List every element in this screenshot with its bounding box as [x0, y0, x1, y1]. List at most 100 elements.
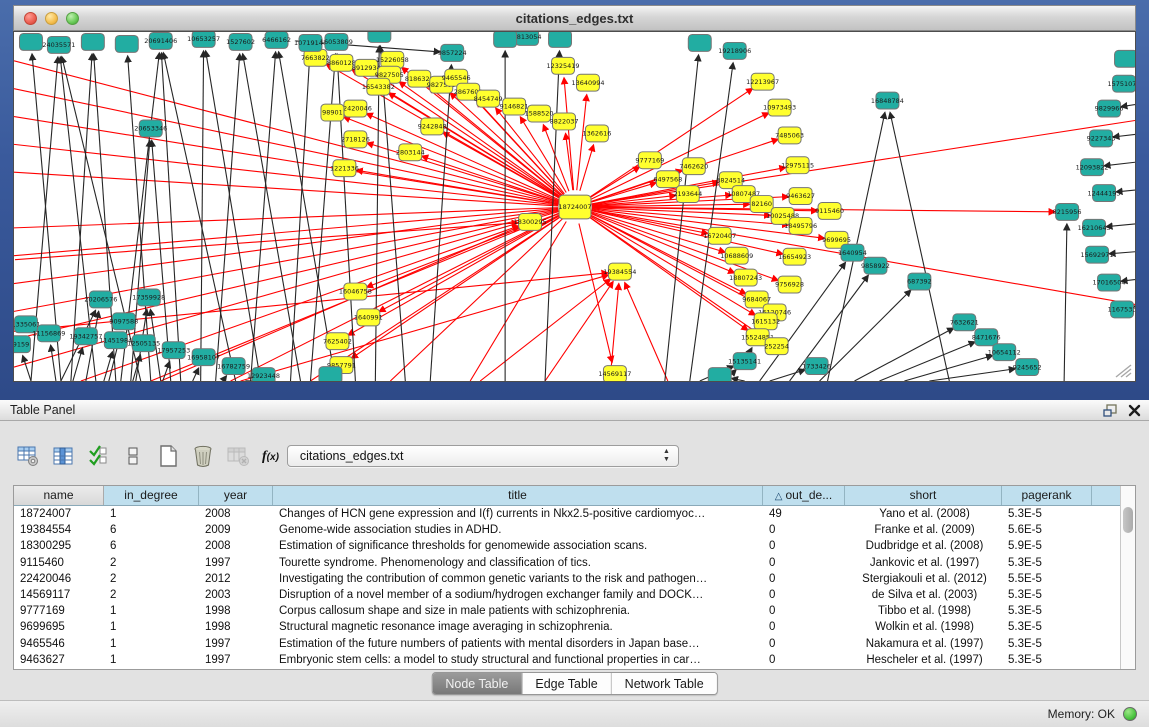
graph-node[interactable]: 7663822 [301, 49, 330, 66]
graph-node[interactable]: 12975115 [781, 157, 814, 174]
graph-node[interactable]: 16782759 [217, 358, 250, 375]
graph-node[interactable]: 8215956 [1053, 204, 1082, 221]
graph-node[interactable]: 9756928 [775, 276, 804, 293]
graph-node[interactable]: 16046758 [339, 283, 372, 300]
table-row[interactable]: 977716911998Corpus callosum shape and si… [14, 603, 1135, 619]
function-builder-button[interactable]: f(x) [262, 447, 279, 465]
rows-button[interactable] [118, 442, 148, 470]
graph-node[interactable]: 17359928 [132, 289, 165, 306]
tab-network-table[interactable]: Network Table [612, 673, 717, 694]
graph-node[interactable]: 98901 [321, 104, 344, 121]
graph-node[interactable]: 9242848 [418, 118, 447, 135]
graph-node[interactable]: 17957253 [157, 342, 190, 359]
graph-node[interactable]: 9115460 [815, 203, 844, 220]
graph-node[interactable]: 16958107 [187, 349, 220, 366]
graph-node[interactable]: 16053809 [320, 33, 353, 50]
graph-node[interactable]: 20653346 [134, 120, 167, 137]
graph-node[interactable]: 19342757 [69, 328, 102, 345]
graph-node[interactable]: 12213967 [746, 73, 779, 90]
table-row[interactable]: 1830029562008Estimation of significance … [14, 538, 1135, 554]
tab-edge-table[interactable]: Edge Table [522, 673, 611, 694]
table-settings-button[interactable] [13, 442, 43, 470]
graph-node[interactable]: 8454749 [474, 90, 503, 107]
graph-node[interactable]: 6466162 [262, 32, 291, 48]
graph-node[interactable]: 9227343 [1087, 130, 1116, 147]
graph-node[interactable]: 9463627 [786, 188, 815, 205]
graph-node[interactable]: 687392 [907, 273, 932, 290]
row-check-button[interactable] [83, 442, 113, 470]
graph-node[interactable]: 9858922 [861, 257, 890, 274]
graph-node[interactable] [549, 32, 572, 47]
graph-node[interactable]: 7625402 [323, 333, 352, 350]
graph-node[interactable]: 18724007 [558, 195, 591, 219]
float-panel-icon[interactable] [1103, 404, 1118, 418]
graph-node[interactable] [368, 32, 391, 42]
column-header-out_de[interactable]: △out_de... [763, 486, 845, 505]
graph-node[interactable]: 15692971 [1081, 246, 1114, 263]
graph-node[interactable]: 9097588 [109, 313, 138, 330]
table-row[interactable]: 911546021997Tourette syndrome. Phenomeno… [14, 555, 1135, 571]
graph-node[interactable]: 15226058 [376, 51, 409, 68]
graph-node[interactable]: 16210643 [1078, 219, 1111, 236]
graph-node[interactable]: 19384554 [603, 263, 636, 280]
graph-node[interactable]: 14569117 [598, 366, 631, 381]
table-row[interactable]: 1872400712008Changes of HCN gene express… [14, 506, 1135, 522]
graph-node[interactable]: 15751074 [1108, 75, 1135, 92]
graph-node[interactable]: 6497568 [653, 171, 682, 188]
column-header-short[interactable]: short [845, 486, 1002, 505]
network-canvas[interactable]: 1872400718300295193845547663822886012889… [13, 31, 1136, 382]
graph-node[interactable]: 7632621 [950, 314, 979, 331]
graph-node[interactable]: 7462620 [679, 158, 708, 175]
graph-node[interactable]: 9245652 [1013, 359, 1042, 376]
citation-network-graph[interactable]: 1872400718300295193845547663822886012889… [14, 32, 1135, 381]
scrollbar-thumb[interactable] [1123, 507, 1133, 533]
graph-node[interactable]: 18300295 [514, 213, 547, 230]
graph-node[interactable] [688, 34, 711, 51]
column-header-pagerank[interactable]: pagerank [1002, 486, 1092, 505]
column-header-name[interactable]: name [14, 486, 104, 505]
table-row[interactable]: 1456911722003Disruption of a novel membe… [14, 587, 1135, 603]
graph-node[interactable]: 9829966 [1095, 100, 1124, 117]
graph-node[interactable]: 82160 [750, 196, 773, 213]
graph-node[interactable]: 1221336 [330, 160, 359, 177]
graph-node[interactable]: 1527602 [226, 33, 255, 50]
column-header-year[interactable]: year [199, 486, 273, 505]
graph-node[interactable]: 16543382 [362, 78, 395, 95]
table-row[interactable]: 2242004622012Investigating the contribut… [14, 571, 1135, 587]
graph-node[interactable]: 12325419 [547, 57, 580, 74]
graph-node[interactable]: 18807243 [729, 269, 762, 286]
column-select-button[interactable] [48, 442, 78, 470]
delete-button[interactable] [188, 442, 218, 470]
graph-node[interactable]: 39159 [14, 336, 30, 353]
graph-node[interactable] [494, 32, 517, 47]
graph-node[interactable]: 1167533 [1108, 301, 1135, 318]
graph-node[interactable]: 24035571 [42, 36, 75, 53]
graph-node[interactable]: 12505135 [127, 335, 160, 352]
graph-node[interactable]: 18495796 [784, 217, 817, 234]
graph-node[interactable]: 20691406 [144, 32, 177, 49]
graph-node[interactable]: 13640994 [571, 74, 604, 91]
graph-node[interactable]: 9857224 [438, 44, 467, 61]
graph-node[interactable]: 11156869 [32, 325, 65, 342]
graph-node[interactable]: 10653257 [187, 32, 220, 47]
graph-node[interactable]: 17016504 [1093, 274, 1126, 291]
graph-node[interactable]: 7485063 [775, 127, 804, 144]
table-row[interactable]: 946554611997Estimation of the future num… [14, 636, 1135, 652]
graph-node[interactable]: 15135141 [728, 353, 761, 370]
network-window-titlebar[interactable]: citations_edges.txt [13, 5, 1136, 31]
graph-node[interactable]: 12093822 [1076, 159, 1109, 176]
graph-node[interactable] [1115, 50, 1135, 67]
table-row[interactable]: 969969511998Structural magnetic resonanc… [14, 619, 1135, 635]
graph-node[interactable] [115, 35, 138, 52]
graph-node[interactable]: 9777169 [635, 152, 664, 169]
graph-node[interactable]: 8471676 [972, 329, 1001, 346]
graph-node[interactable]: 1640954 [838, 244, 867, 261]
graph-node[interactable]: 16654923 [778, 248, 811, 265]
delete-table-button[interactable] [223, 442, 253, 470]
memory-status-indicator[interactable] [1123, 707, 1137, 721]
graph-node[interactable]: 1362616 [583, 125, 612, 142]
graph-node[interactable]: 10654112 [988, 344, 1021, 361]
graph-node[interactable]: 2803144 [396, 144, 425, 161]
graph-node[interactable]: 1733426 [802, 358, 831, 375]
close-panel-icon[interactable] [1128, 404, 1141, 417]
